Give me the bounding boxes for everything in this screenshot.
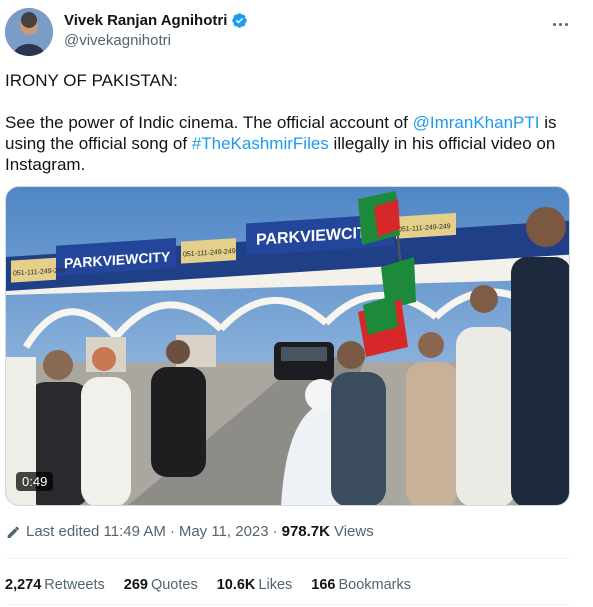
meta-separator-1: · [169, 523, 175, 540]
bookmarks-stat[interactable]: 166 Bookmarks [311, 577, 411, 593]
likes-label: Likes [258, 577, 293, 593]
divider [5, 558, 570, 559]
display-name[interactable]: Vivek Ranjan Agnihotri [64, 12, 227, 29]
views-label: Views [333, 523, 374, 540]
quotes-count: 269 [123, 577, 148, 593]
divider [5, 604, 570, 605]
tweet-body: See the power of Indic cinema. The offic… [5, 112, 575, 175]
edit-pencil-icon [7, 526, 19, 538]
avatar[interactable] [5, 8, 53, 56]
tweet-body-part1: See the power of Indic cinema. The offic… [5, 113, 413, 132]
views-count: 978.7K [281, 523, 330, 540]
likes-stat[interactable]: 10.6K Likes [217, 577, 293, 593]
bookmarks-count: 166 [311, 577, 336, 593]
user-handle[interactable]: @vivekagnihotri [64, 32, 248, 49]
tweet-text: IRONY OF PAKISTAN: See the power of Indi… [5, 70, 575, 196]
tweet-headline: IRONY OF PAKISTAN: [5, 71, 178, 90]
quotes-stat[interactable]: 269 Quotes [124, 577, 198, 593]
retweets-count: 2,274 [5, 577, 42, 593]
mention-link[interactable]: @ImranKhanPTI [413, 113, 540, 132]
likes-count: 10.6K [216, 577, 256, 593]
bookmarks-label: Bookmarks [338, 577, 411, 593]
tweet-date[interactable]: May 11, 2023 [179, 523, 269, 540]
meta-separator-2: · [272, 523, 278, 540]
avatar-image [5, 8, 53, 56]
retweets-label: Retweets [44, 577, 105, 593]
name-row: Vivek Ranjan Agnihotri [64, 12, 248, 29]
hashtag-link[interactable]: #TheKashmirFiles [192, 134, 329, 153]
tweet-header: Vivek Ranjan Agnihotri @vivekagnihotri [5, 8, 588, 58]
video-duration: 0:49 [16, 472, 54, 491]
quotes-label: Quotes [150, 577, 198, 593]
video-player[interactable]: PARKVIEWCITY PARKVIEWCITY 051-111-249-24… [5, 186, 570, 506]
user-info: Vivek Ranjan Agnihotri @vivekagnihotri [64, 12, 248, 49]
more-options-icon[interactable] [548, 14, 572, 34]
tweet-meta: Last edited 11:49 AM · May 11, 2023 · 97… [5, 523, 374, 540]
verified-badge-icon [232, 13, 248, 28]
edited-label[interactable]: Last edited 11:49 AM [26, 523, 166, 540]
video-frame: PARKVIEWCITY PARKVIEWCITY 051-111-249-24… [6, 187, 569, 505]
retweets-stat[interactable]: 2,274 Retweets [5, 577, 105, 593]
engagement-stats: 2,274 Retweets 269 Quotes 10.6K Likes 166 Bo… [5, 577, 430, 593]
